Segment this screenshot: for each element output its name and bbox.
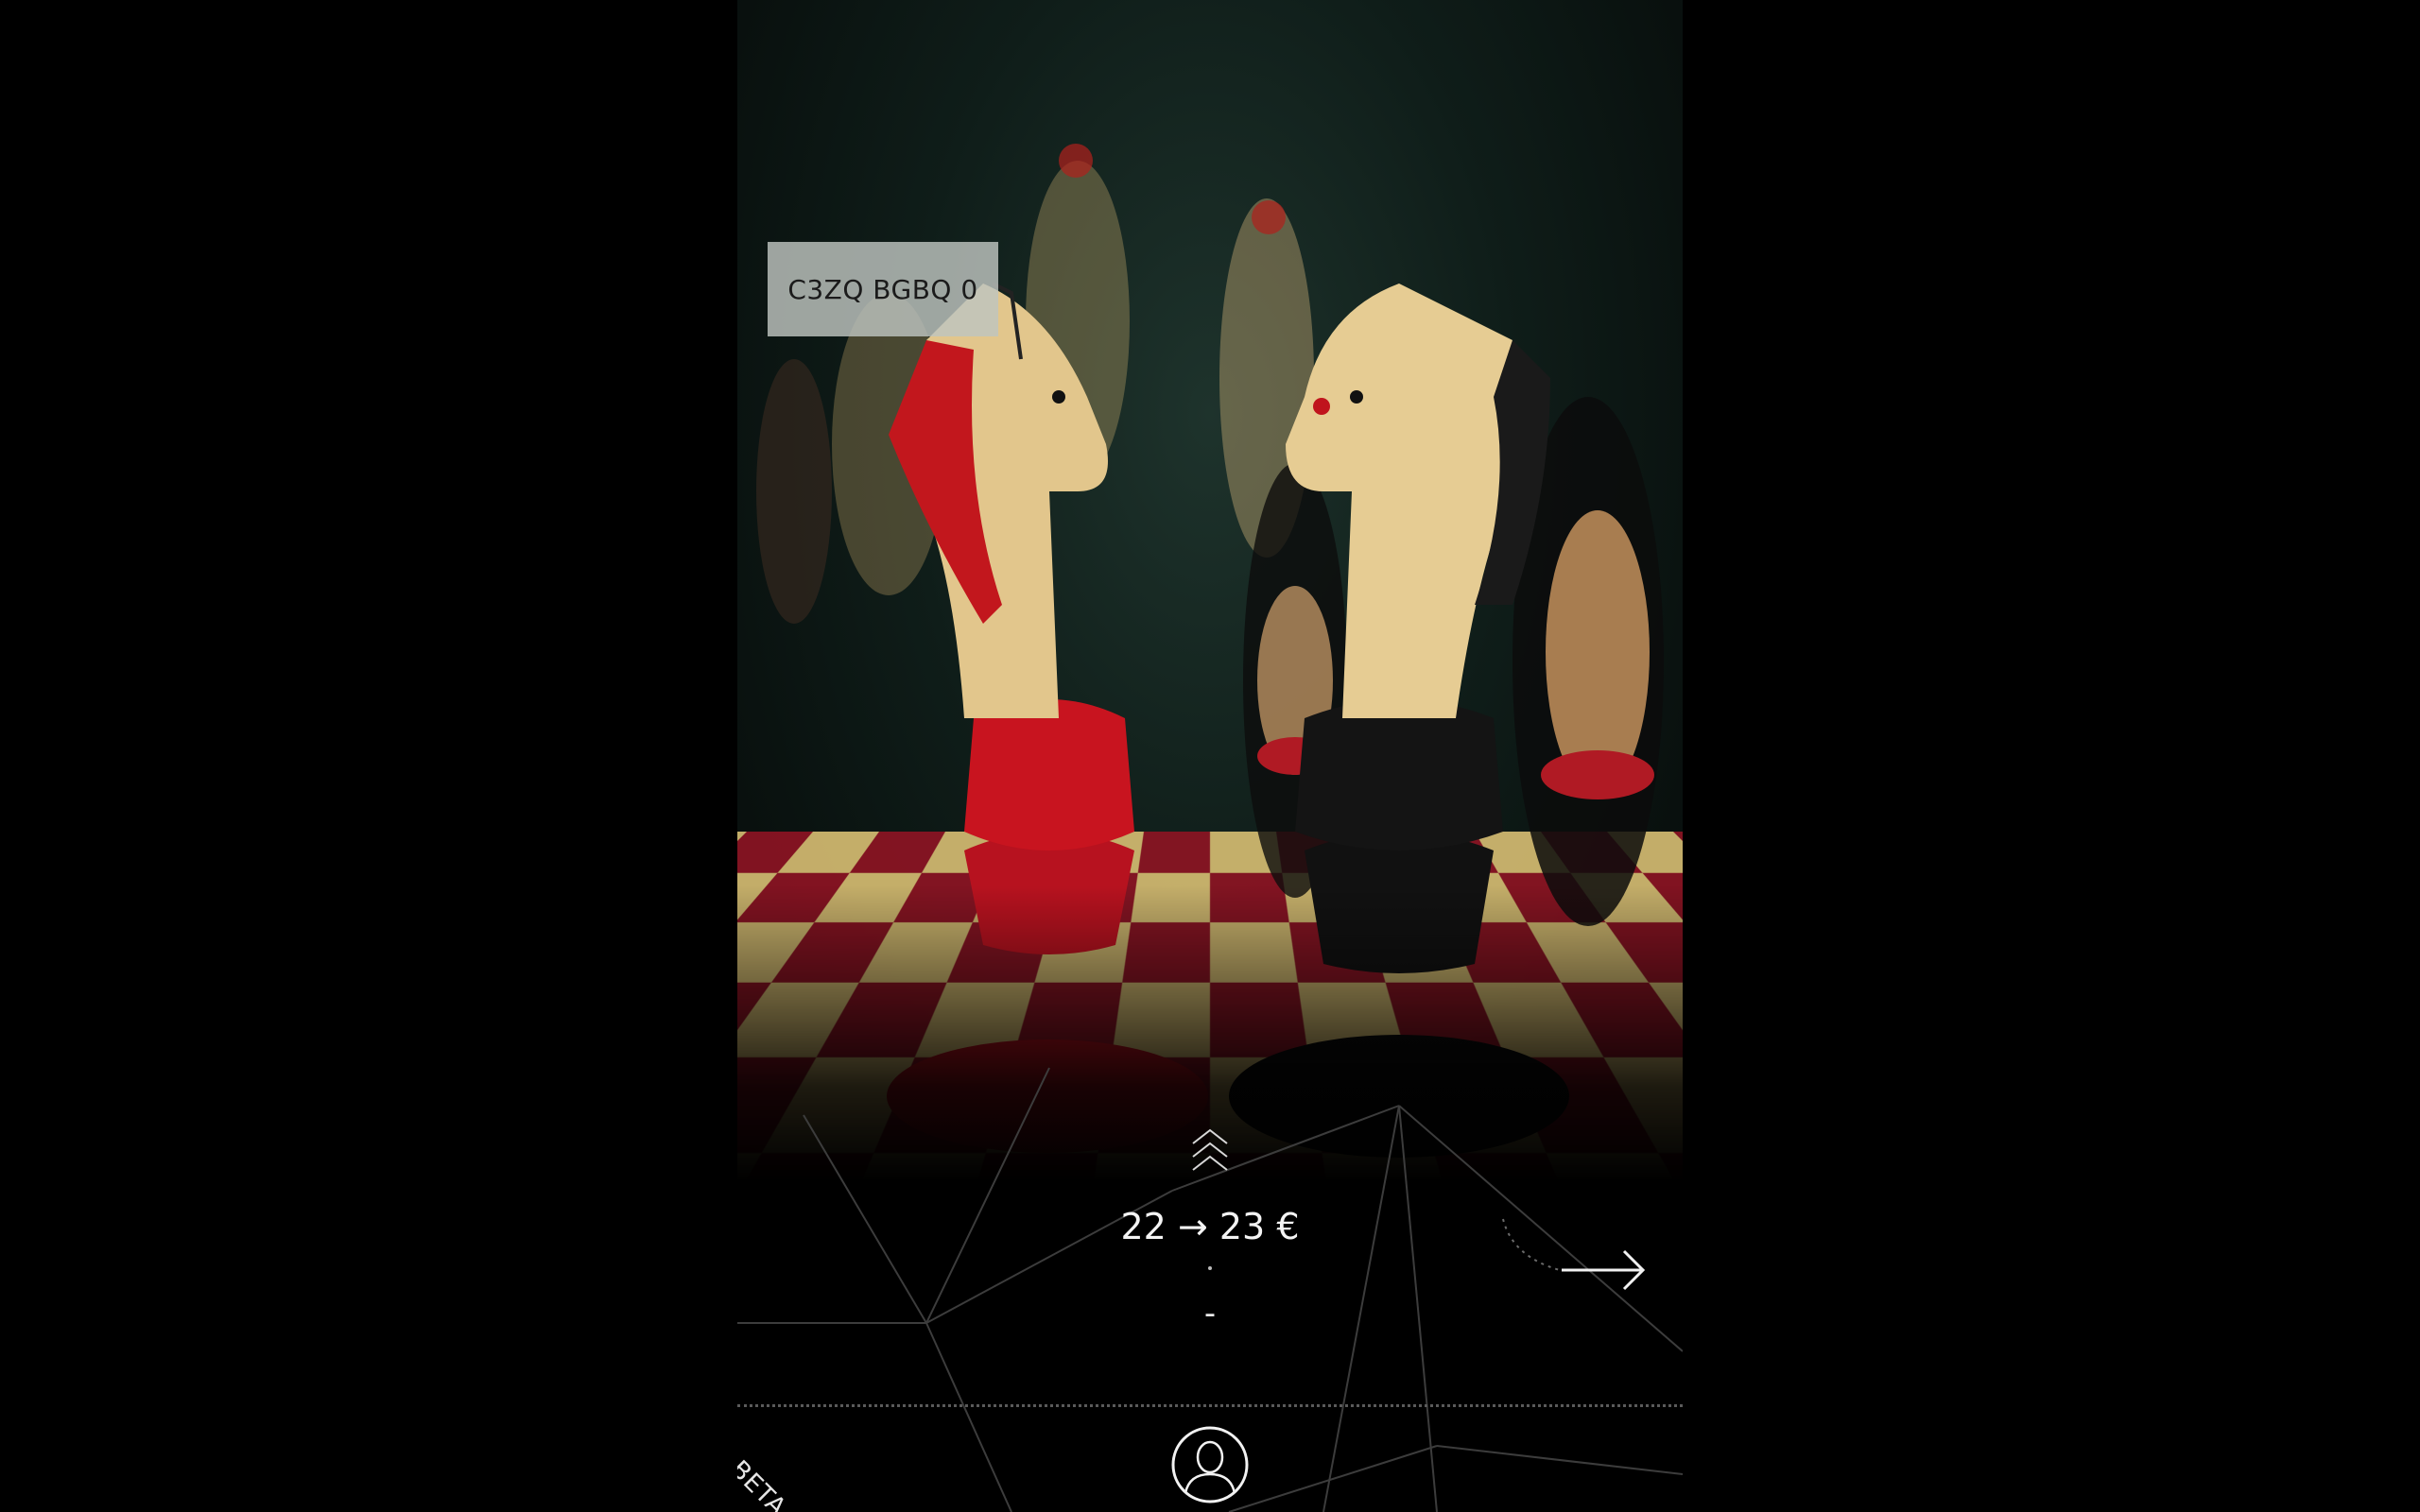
beta-badge: BETA xyxy=(737,1455,791,1512)
price-new: 23 xyxy=(1219,1206,1265,1247)
footer-divider xyxy=(737,1404,1683,1407)
product-tag-text: C3ZQ BGBQ 0 xyxy=(787,274,977,305)
price-currency: € xyxy=(1276,1206,1299,1247)
chevrons-up-icon[interactable] xyxy=(1189,1126,1231,1179)
price-old: 22 xyxy=(1120,1206,1166,1247)
user-icon[interactable] xyxy=(1170,1425,1250,1504)
secondary-value: - xyxy=(1191,1295,1229,1332)
screen: C3ZQ BGBQ 0 22 → 23 € - BETA xyxy=(0,0,2420,1512)
price-change: 22 → 23 € xyxy=(1021,1206,1399,1247)
price-arrow: → xyxy=(1178,1206,1208,1247)
app-panel: C3ZQ BGBQ 0 22 → 23 € - BETA xyxy=(737,0,1683,1512)
product-photo: C3ZQ BGBQ 0 xyxy=(737,0,1683,1181)
arrow-right-icon[interactable] xyxy=(1494,1210,1664,1304)
product-tag-label: C3ZQ BGBQ 0 xyxy=(768,242,998,336)
separator-dot xyxy=(1208,1266,1212,1270)
photo-gradient-fade xyxy=(737,0,1683,1181)
